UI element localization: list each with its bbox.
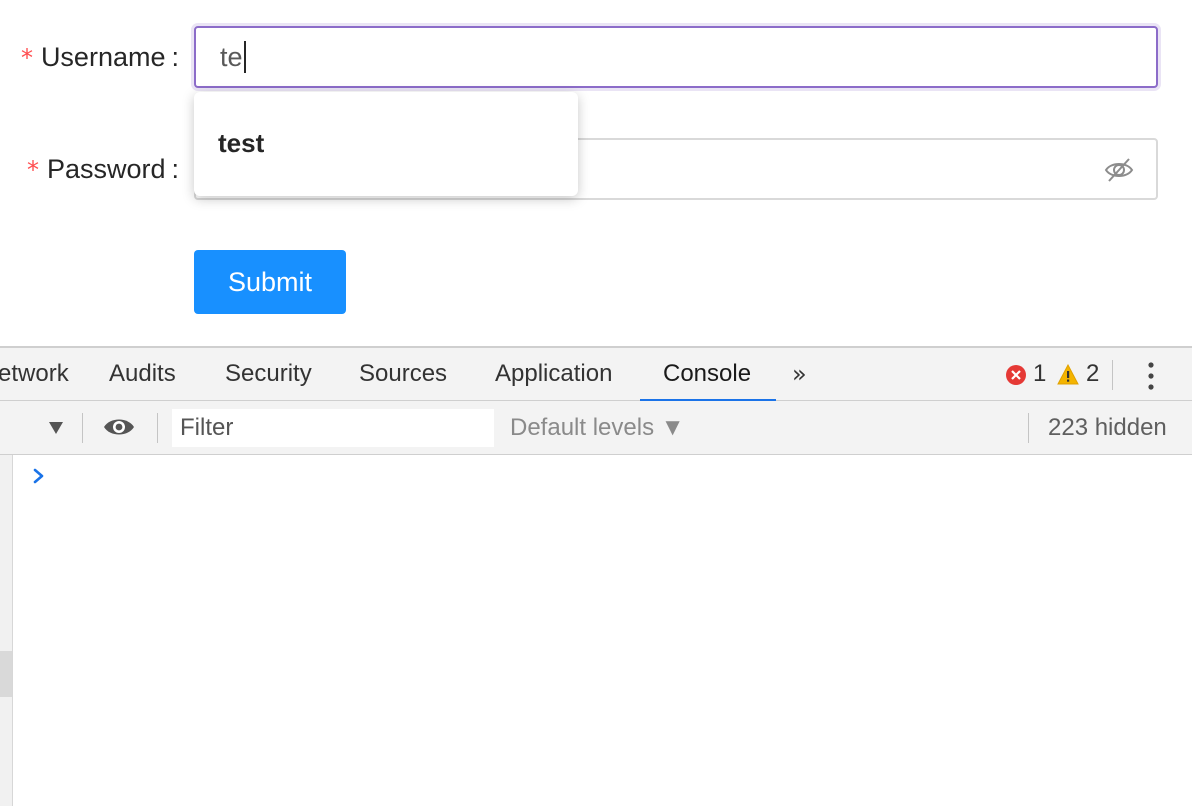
tab-security[interactable]: Security — [225, 360, 312, 388]
divider — [1028, 413, 1029, 443]
eye-icon[interactable] — [102, 414, 136, 440]
required-mark: * — [20, 43, 33, 72]
tab-network[interactable]: etwork — [0, 360, 69, 388]
context-dropdown-arrow-icon[interactable] — [48, 421, 64, 435]
divider — [1112, 360, 1113, 390]
error-count[interactable]: 1 — [1033, 360, 1046, 388]
username-value: te — [220, 41, 243, 72]
eye-invisible-icon[interactable] — [1104, 156, 1134, 184]
left-gutter — [0, 455, 13, 806]
password-label-text: Password — [46, 154, 166, 184]
devtools-tabbar: etwork Audits Security Sources Applicati… — [0, 346, 1192, 402]
tab-console[interactable]: Console — [663, 360, 751, 388]
tab-audits[interactable]: Audits — [109, 360, 176, 388]
devtools-panel: etwork Audits Security Sources Applicati… — [0, 346, 1192, 806]
filter-input[interactable]: Filter — [172, 409, 494, 447]
divider — [157, 413, 158, 443]
text-caret — [243, 41, 246, 73]
autocomplete-dropdown: test — [194, 92, 578, 196]
required-mark: * — [26, 155, 39, 184]
autocomplete-option[interactable]: test — [218, 128, 264, 159]
console-toolbar: Filter Default levels ▼ 223 hidden — [0, 401, 1192, 455]
submit-button[interactable]: Submit — [194, 250, 346, 314]
page: * Username : te * Password : test Submit… — [0, 0, 1192, 806]
tab-sources[interactable]: Sources — [359, 360, 447, 388]
label-colon: : — [171, 154, 179, 184]
username-label: * Username : — [21, 42, 179, 73]
warning-icon[interactable] — [1057, 364, 1079, 385]
gutter-scroll-thumb[interactable] — [0, 651, 12, 697]
tab-application[interactable]: Application — [495, 360, 612, 388]
hidden-count: 223 hidden — [1048, 414, 1167, 441]
more-tabs-chevron-icon[interactable]: » — [792, 360, 807, 388]
more-options-icon[interactable] — [1144, 361, 1158, 391]
warning-count[interactable]: 2 — [1086, 360, 1099, 388]
console-output[interactable] — [0, 455, 1192, 806]
username-input[interactable]: te — [194, 26, 1158, 88]
error-icon[interactable] — [1006, 365, 1026, 385]
username-label-text: Username — [40, 42, 166, 72]
divider — [82, 413, 83, 443]
default-levels-dropdown[interactable]: Default levels ▼ — [510, 414, 685, 442]
label-colon: : — [171, 42, 179, 72]
password-label: * Password : — [27, 154, 179, 185]
console-prompt-icon — [33, 468, 44, 484]
